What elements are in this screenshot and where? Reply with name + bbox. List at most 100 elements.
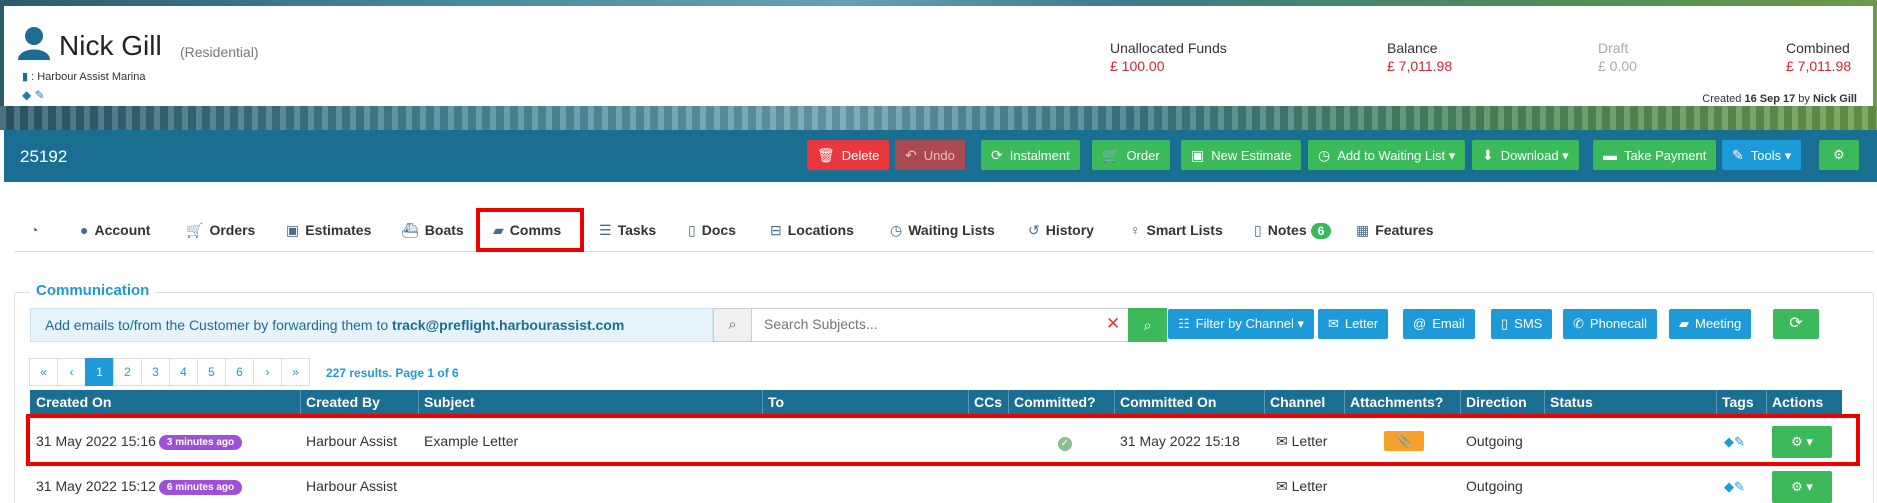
table-icon: ▦ [1356,222,1370,238]
tab-docs-label: Docs [701,222,736,238]
account-number: 25192 [20,147,68,166]
tab-locations-label: Locations [787,222,854,238]
meeting-button[interactable]: ▰ Meeting [1669,309,1752,339]
tab-tasks-label: Tasks [617,222,657,238]
tab-boats[interactable]: ⛴ Boats [401,222,464,239]
created-on-value: 31 May 2022 15:12 [36,478,156,494]
download-button[interactable]: ⬇ Download ▾ [1472,140,1579,170]
row-actions-button[interactable]: ⚙ ▾ [1772,471,1832,503]
col-direction[interactable]: Direction [1466,394,1527,410]
col-ccs[interactable]: CCs [974,394,1002,410]
tools-button[interactable]: ✎ Tools ▾ [1722,140,1802,170]
letter-button[interactable]: ✉ Letter [1318,309,1389,339]
col-created-on[interactable]: Created On [36,394,111,410]
add-to-waiting-list-button[interactable]: ◷ Add to Waiting List ▾ [1308,140,1466,170]
tab-tasks[interactable]: ☰ Tasks [599,222,656,239]
page-1[interactable]: 1 [85,358,114,386]
tab-features-label: Features [1375,222,1434,238]
combined: Combined £ 7,011.98 [1786,40,1851,74]
col-status[interactable]: Status [1550,394,1593,410]
unallocated-label: Unallocated Funds [1110,40,1227,56]
clear-search-icon[interactable]: ✕ [1106,314,1120,334]
unallocated-value: £ 100.00 [1110,58,1165,74]
tag-icon[interactable]: ◆ [22,88,31,102]
col-to[interactable]: To [768,394,784,410]
edit-icon[interactable]: ✎ [1734,479,1745,494]
email-button[interactable]: @ Email [1403,309,1475,339]
tab-waiting-lists[interactable]: ◷ Waiting Lists [890,222,995,239]
bed-icon: ⊟ [770,222,782,238]
take-payment-label: Take Payment [1624,148,1707,163]
document-icon: ▯ [688,222,696,238]
page-6[interactable]: 6 [225,358,254,386]
col-committed-on[interactable]: Committed On [1120,394,1216,410]
tab-boats-label: Boats [424,222,464,238]
tab-waiting-lists-label: Waiting Lists [908,222,995,238]
refresh-button[interactable]: ⟳ [1773,309,1819,339]
note-icon: ▯ [1254,222,1262,238]
delete-button[interactable]: 🗑 Delete [807,140,890,170]
tab-locations[interactable]: ⊟ Locations [770,222,854,239]
history-icon: ↺ [1028,222,1040,238]
table-row[interactable]: 31 May 2022 15:12 6 minutes ago Harbour A… [30,466,1842,503]
tab-orders-label: Orders [209,222,256,238]
estimate-icon: ▣ [1191,147,1205,163]
instalment-button[interactable]: ⟳ Instalment [981,140,1080,170]
letter-label: Letter [1344,316,1379,331]
page-2[interactable]: 2 [113,358,142,386]
undo-button[interactable]: ↶ Undo [895,140,965,170]
created-date: 16 Sep 17 [1744,93,1796,105]
customer-type: (Residential) [180,44,259,60]
sms-button[interactable]: ▯ SMS [1491,309,1553,339]
page-next[interactable]: › [253,358,282,386]
search-input[interactable] [764,316,1104,332]
results-summary: 227 results. Page 1 of 6 [326,366,459,380]
phonecall-label: Phonecall [1589,316,1648,331]
tab-bar: ◔ ● Account 🛒 Orders ▣ Estimates ⛴ Boats ▰ Co… [14,212,1874,252]
col-tags[interactable]: Tags [1722,394,1754,410]
page-3[interactable]: 3 [141,358,170,386]
page-last[interactable]: » [281,358,310,386]
col-attachments[interactable]: Attachments? [1350,394,1443,410]
email-label: Email [1432,316,1465,331]
tab-orders[interactable]: 🛒 Orders [186,222,255,239]
tab-smart-lists-label: Smart Lists [1146,222,1223,238]
page-5[interactable]: 5 [197,358,226,386]
tab-docs[interactable]: ▯ Docs [688,222,736,239]
phonecall-button[interactable]: ✆ Phonecall [1563,309,1658,339]
highlight-comms-tab [476,208,584,252]
envelope-icon: ✉ [1328,316,1339,331]
filter-channel-label: Filter by Channel [1195,316,1294,331]
tab-estimates[interactable]: ▣ Estimates [286,222,371,239]
col-channel[interactable]: Channel [1270,394,1325,410]
download-icon: ⬇ [1482,147,1494,163]
tab-notes[interactable]: ▯ Notes 6 [1254,222,1332,239]
tab-history[interactable]: ↺ History [1028,222,1094,239]
at-icon: @ [1413,316,1427,331]
tab-account[interactable]: ● Account [80,222,150,238]
search-button[interactable]: ⌕ [1128,308,1167,342]
tag-icon[interactable]: ◆ [1724,479,1734,494]
edit-icon[interactable]: ✎ [35,88,45,102]
page-prev[interactable]: ‹ [57,358,86,386]
tab-features[interactable]: ▦ Features [1356,222,1434,239]
col-committed[interactable]: Committed? [1014,394,1096,410]
cell-channel: ✉ Letter [1276,478,1327,495]
instalment-label: Instalment [1009,148,1070,163]
user-icon [18,27,50,60]
col-subject[interactable]: Subject [424,394,475,410]
new-estimate-button[interactable]: ▣ New Estimate [1181,140,1302,170]
filter-by-channel-button[interactable]: ☷ Filter by Channel ▾ [1168,309,1315,339]
money-icon: ▬ [1603,147,1617,163]
unallocated-funds: Unallocated Funds £ 100.00 [1110,40,1227,74]
page-first[interactable]: « [29,358,58,386]
tab-smart-lists[interactable]: ♀ Smart Lists [1130,222,1223,238]
order-button[interactable]: 🛒 Order [1092,140,1170,170]
page-4[interactable]: 4 [169,358,198,386]
settings-button[interactable]: ⚙ [1819,140,1859,170]
col-created-by[interactable]: Created By [306,394,380,410]
take-payment-button[interactable]: ▬ Take Payment [1593,140,1717,170]
marina-name: : Harbour Assist Marina [31,71,146,83]
tab-history-label: History [1045,222,1094,238]
tab-dashboard[interactable]: ◔ [30,222,44,238]
